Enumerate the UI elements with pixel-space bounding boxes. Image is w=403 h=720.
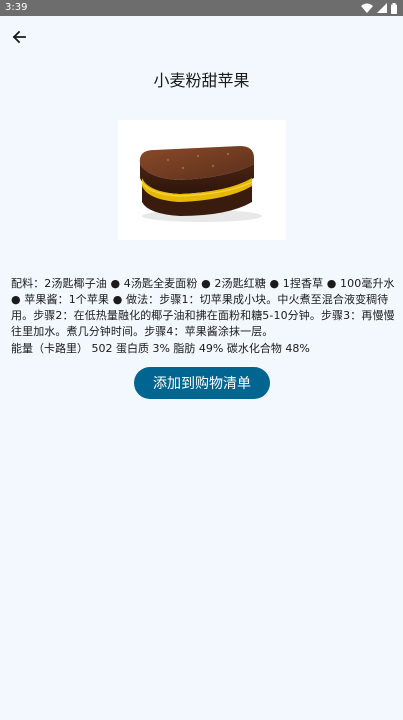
battery-icon [391,2,397,14]
nutrition-info: 能量（卡路里） 502 蛋白质 3% 脂肪 49% 碳水化合物 48% [11,342,310,355]
signal-icon [377,3,387,13]
back-button[interactable] [6,26,32,52]
arrow-left-icon [11,29,27,49]
recipe-description: 配料：2汤匙椰子油 ● 4汤匙全麦面粉 ● 2汤匙红糖 ● 1捏香草 ● 100… [11,277,395,338]
status-icons [361,2,397,14]
wifi-icon [361,3,373,13]
add-to-shopping-list-button[interactable]: 添加到购物清单 [134,367,270,399]
recipe-image [118,120,286,240]
status-bar: 3:39 [0,0,403,16]
status-time: 3:39 [5,2,28,13]
page-title: 小麦粉甜苹果 [153,71,250,90]
cake-image [139,146,262,222]
